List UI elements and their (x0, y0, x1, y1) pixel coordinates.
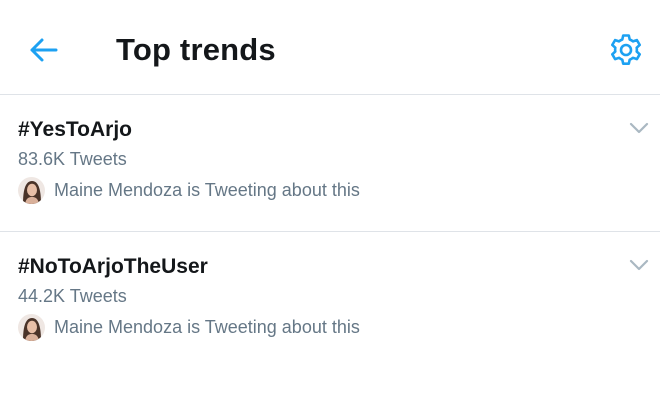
back-button[interactable] (25, 34, 61, 66)
trend-context: Maine Mendoza is Tweeting about this (18, 312, 360, 342)
page-title: Top trends (116, 32, 276, 67)
tweet-count: 44.2K Tweets (18, 286, 127, 306)
settings-button[interactable] (606, 30, 646, 70)
tweet-count: 83.6K Tweets (18, 149, 127, 169)
chevron-down-icon (629, 259, 649, 271)
trend-menu-button[interactable] (625, 118, 653, 138)
arrow-left-icon (30, 38, 58, 62)
tweeting-context-text: Maine Mendoza is Tweeting about this (54, 180, 360, 200)
trend-item[interactable]: #NoToArjoTheUser 44.2K Tweets Maine Mend… (0, 233, 660, 363)
trend-name: #NoToArjoTheUser (18, 255, 208, 278)
trend-context: Maine Mendoza is Tweeting about this (18, 175, 360, 205)
top-trends-header: Top trends (0, 0, 660, 95)
trend-item[interactable]: #YesToArjo 83.6K Tweets Maine Mendoza is… (0, 96, 660, 232)
trend-name: #YesToArjo (18, 118, 132, 141)
avatar (18, 313, 45, 341)
trend-menu-button[interactable] (625, 255, 653, 275)
tweeting-context-text: Maine Mendoza is Tweeting about this (54, 317, 360, 337)
avatar (18, 176, 45, 204)
chevron-down-icon (629, 122, 649, 134)
gear-icon (611, 34, 641, 65)
